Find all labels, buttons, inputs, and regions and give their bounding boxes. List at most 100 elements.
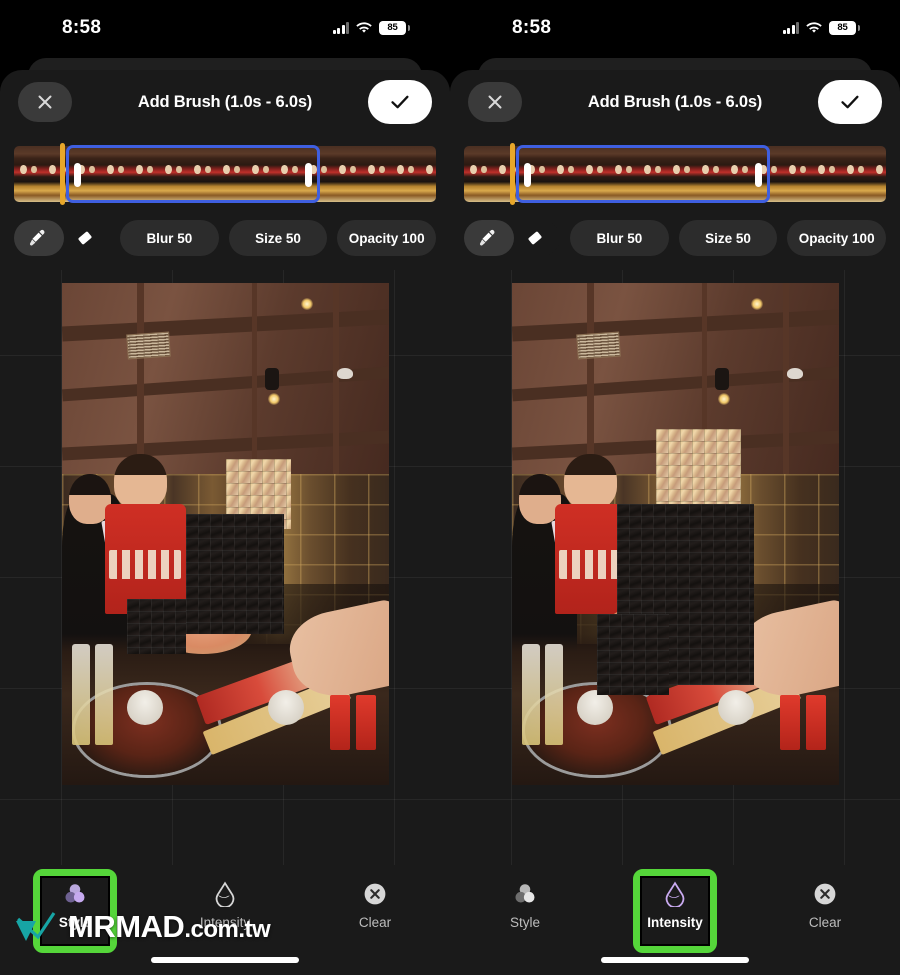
eraser-tool-button[interactable] bbox=[62, 220, 110, 256]
eraser-icon bbox=[78, 231, 92, 245]
brush-eraser-toggle[interactable] bbox=[14, 220, 110, 256]
video-timeline[interactable] bbox=[14, 143, 436, 205]
filmstrip-frame bbox=[130, 146, 159, 202]
playhead-indicator[interactable] bbox=[60, 143, 65, 205]
red-apron bbox=[104, 503, 187, 615]
filmstrip-frame bbox=[725, 146, 754, 202]
paintbrush-icon bbox=[29, 229, 45, 246]
confirm-button[interactable] bbox=[818, 80, 882, 124]
playhead-indicator[interactable] bbox=[510, 143, 515, 205]
home-indicator-right bbox=[601, 957, 749, 963]
filmstrip-frame bbox=[14, 146, 43, 202]
filmstrip-frame bbox=[464, 146, 493, 202]
filmstrip-frame bbox=[638, 146, 667, 202]
spot-light bbox=[264, 368, 279, 391]
bowl bbox=[577, 689, 614, 725]
filmstrip-frame bbox=[391, 146, 420, 202]
size-button[interactable]: Size 50 bbox=[678, 220, 778, 256]
filmstrip-frame bbox=[841, 146, 870, 202]
child-head bbox=[564, 453, 617, 509]
bowl bbox=[718, 689, 754, 725]
filmstrip-frame bbox=[275, 146, 304, 202]
drink-can bbox=[806, 694, 826, 750]
brush-tool-button[interactable] bbox=[14, 220, 62, 256]
blur-button[interactable]: Blur 50 bbox=[570, 220, 669, 256]
trim-handle-left[interactable] bbox=[74, 163, 81, 187]
opacity-button[interactable]: Opacity 100 bbox=[787, 220, 887, 256]
confirm-button[interactable] bbox=[368, 80, 432, 124]
filmstrip-frame bbox=[551, 146, 580, 202]
watermark-suffix: .com.tw bbox=[184, 916, 271, 943]
clear-circle-x-icon bbox=[810, 879, 840, 909]
tab-style-label: Style bbox=[509, 915, 540, 930]
eraser-tool-button[interactable] bbox=[512, 220, 560, 256]
ceiling-beam bbox=[783, 283, 789, 494]
filmstrip-frame bbox=[159, 146, 188, 202]
mrmad-logo-icon bbox=[14, 907, 66, 947]
panel-right-intensity-tab: 8:58 85 Add Brush (1.0s - 6.0s) Blur 50 … bbox=[450, 0, 900, 975]
ceiling-beam bbox=[333, 283, 339, 494]
filmstrip-frame bbox=[580, 146, 609, 202]
brush-eraser-toggle[interactable] bbox=[464, 220, 560, 256]
wall-lamp bbox=[336, 368, 353, 380]
brush-toolbar: Blur 50 Size 50 Opacity 100 bbox=[14, 220, 437, 256]
filmstrip-frame bbox=[188, 146, 217, 202]
wall-lamp bbox=[786, 368, 803, 380]
opacity-button[interactable]: Opacity 100 bbox=[337, 220, 437, 256]
tab-style[interactable]: Style bbox=[481, 879, 569, 930]
mosaic-region-extra bbox=[127, 599, 187, 655]
bowl bbox=[127, 689, 164, 725]
checkmark-icon bbox=[841, 95, 859, 109]
video-preview[interactable] bbox=[62, 283, 389, 785]
status-indicators: 85 bbox=[332, 21, 410, 35]
sheet-header: Add Brush (1.0s - 6.0s) bbox=[450, 70, 900, 146]
blur-button[interactable]: Blur 50 bbox=[120, 220, 219, 256]
panel-left-style-tab: 8:58 85 Add Brush (1.0s - 6.0s) Blur 50 … bbox=[0, 0, 450, 975]
ceiling-vent bbox=[126, 331, 171, 360]
brush-toolbar: Blur 50 Size 50 Opacity 100 bbox=[464, 220, 887, 256]
bowl bbox=[268, 689, 304, 725]
editor-sheet: Add Brush (1.0s - 6.0s) Blur 50 Size 50 … bbox=[0, 70, 450, 975]
trim-handle-left[interactable] bbox=[524, 163, 531, 187]
video-frame-content bbox=[512, 283, 839, 785]
filmstrip-frame bbox=[870, 146, 886, 202]
trim-handle-right[interactable] bbox=[305, 163, 312, 187]
video-timeline[interactable] bbox=[464, 143, 886, 205]
battery-icon: 85 bbox=[829, 21, 860, 35]
clear-circle-x-icon bbox=[360, 879, 390, 909]
drink-can bbox=[330, 694, 350, 750]
filmstrip-frame bbox=[667, 146, 696, 202]
filmstrip-frame bbox=[246, 146, 275, 202]
filmstrip-frame bbox=[43, 146, 72, 202]
trim-handle-right[interactable] bbox=[755, 163, 762, 187]
filmstrip-frame bbox=[333, 146, 362, 202]
status-time: 8:58 bbox=[512, 17, 552, 38]
tab-clear[interactable]: Clear bbox=[331, 879, 419, 930]
color-circles-icon bbox=[510, 879, 540, 909]
status-bar-right: 8:58 85 bbox=[450, 0, 900, 60]
filmstrip-frame bbox=[101, 146, 130, 202]
editor-sheet: Add Brush (1.0s - 6.0s) Blur 50 Size 50 … bbox=[450, 70, 900, 975]
status-bar-left: 8:58 85 bbox=[0, 0, 450, 60]
tab-clear[interactable]: Clear bbox=[781, 879, 869, 930]
tab-intensity-label: Intensity bbox=[647, 915, 703, 930]
size-button[interactable]: Size 50 bbox=[228, 220, 328, 256]
checkmark-icon bbox=[391, 95, 409, 109]
droplet-icon bbox=[210, 879, 240, 909]
mosaic-region-extra bbox=[597, 614, 669, 695]
site-watermark: MRMAD.com.tw bbox=[14, 907, 271, 947]
tab-intensity[interactable]: Intensity bbox=[631, 869, 719, 953]
home-indicator-left bbox=[151, 957, 299, 963]
watermark-text: MRMAD.com.tw bbox=[68, 909, 271, 944]
filmstrip-frame bbox=[609, 146, 638, 202]
filmstrip-frame bbox=[362, 146, 391, 202]
status-indicators: 85 bbox=[782, 21, 860, 35]
mosaic-region-body bbox=[186, 513, 285, 635]
bottle bbox=[71, 644, 90, 745]
brush-tool-button[interactable] bbox=[464, 220, 512, 256]
sheet-header: Add Brush (1.0s - 6.0s) bbox=[0, 70, 450, 146]
wifi-icon bbox=[806, 22, 822, 34]
ceiling-light bbox=[750, 298, 763, 311]
droplet-icon bbox=[660, 879, 690, 909]
video-preview[interactable] bbox=[512, 283, 839, 785]
